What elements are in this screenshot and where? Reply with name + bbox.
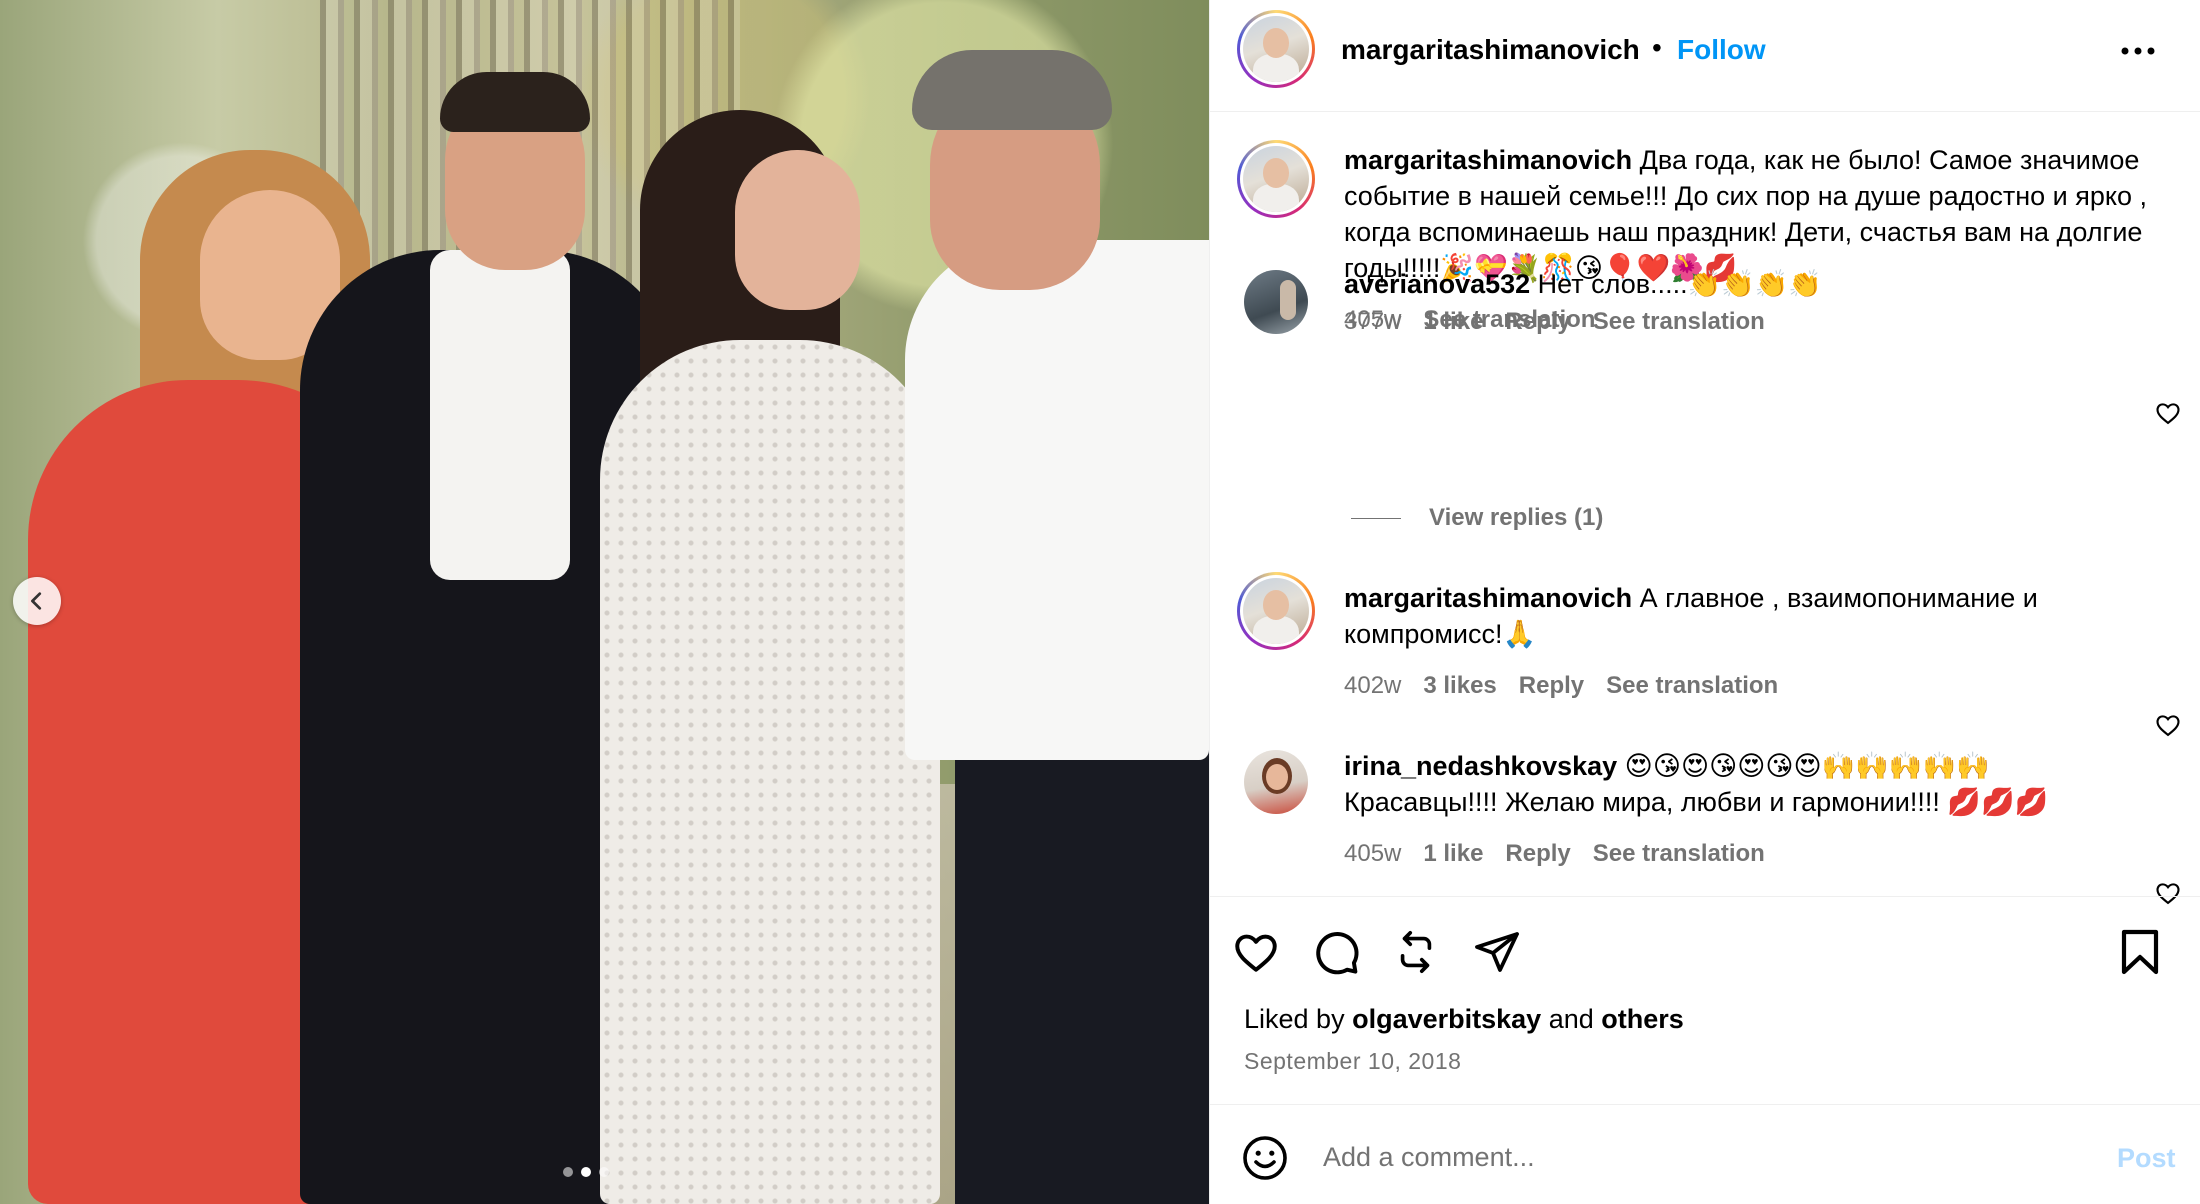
comments-list[interactable]: margaritashimanovich Два года, как не бы… bbox=[1210, 112, 2200, 905]
smiley-icon bbox=[1243, 1136, 1287, 1180]
post-comment-button[interactable]: Post bbox=[2117, 1143, 2176, 1174]
comment-username[interactable]: irina_nedashkovskay bbox=[1344, 751, 1617, 781]
heart-icon bbox=[1235, 934, 1277, 972]
carousel-dot bbox=[563, 1167, 573, 1177]
comment-translate-button[interactable]: See translation bbox=[1593, 840, 1765, 868]
header-separator: • bbox=[1652, 32, 1662, 63]
comment-reply-button[interactable]: Reply bbox=[1505, 840, 1570, 868]
repost-button[interactable] bbox=[1391, 927, 1441, 977]
view-replies-line bbox=[1351, 517, 1401, 519]
view-replies-label: View replies (1) bbox=[1429, 504, 1604, 531]
likes-summary: Liked by olgaverbitskay and others bbox=[1244, 1004, 1684, 1035]
comment-meta: 402w 3 likes Reply See translation bbox=[1344, 672, 1778, 700]
commenter-avatar[interactable] bbox=[1244, 750, 1308, 814]
chevron-left-icon bbox=[31, 592, 42, 610]
comment-time[interactable]: 377w bbox=[1344, 308, 1401, 336]
person-4-hair bbox=[912, 50, 1112, 130]
author-username[interactable]: margaritashimanovich bbox=[1341, 34, 1640, 66]
comment-like-heart-icon[interactable] bbox=[2154, 711, 2182, 739]
comment-time[interactable]: 402w bbox=[1344, 672, 1401, 700]
comment-button[interactable] bbox=[1311, 927, 1361, 977]
carousel-dots bbox=[563, 1167, 609, 1177]
author-avatar[interactable] bbox=[1237, 10, 1315, 88]
carousel-prev-button[interactable] bbox=[13, 577, 61, 625]
comment-like-heart-icon[interactable] bbox=[2154, 399, 2182, 427]
comment-reply-button[interactable]: Reply bbox=[1505, 308, 1570, 336]
post-header: margaritashimanovich • Follow bbox=[1210, 0, 2200, 112]
person-2-hair bbox=[440, 72, 590, 132]
person-3-lace-dress bbox=[600, 340, 940, 1204]
more-options-button[interactable] bbox=[2118, 34, 2158, 68]
caption-avatar[interactable] bbox=[1237, 140, 1315, 218]
caption-username[interactable]: margaritashimanovich bbox=[1344, 145, 1632, 175]
bookmark-icon bbox=[2121, 929, 2159, 975]
emoji-picker-button[interactable] bbox=[1240, 1133, 1290, 1183]
comment-text-block: irina_nedashkovskay 😍😘😍😘😍😘😍🙌🙌🙌🙌🙌 Красавц… bbox=[1344, 748, 2134, 820]
post-date[interactable]: September 10, 2018 bbox=[1244, 1048, 1461, 1075]
comment-username[interactable]: averianova532 bbox=[1344, 269, 1530, 299]
more-horizontal-icon bbox=[2121, 47, 2155, 55]
comment-username[interactable]: margaritashimanovich bbox=[1344, 583, 1632, 613]
comment-meta: 405w 1 like Reply See translation bbox=[1344, 840, 1765, 868]
comment-likes[interactable]: 3 likes bbox=[1423, 672, 1496, 700]
view-replies-button[interactable]: View replies (1) bbox=[1351, 504, 1603, 532]
carousel-dot-active bbox=[581, 1167, 591, 1177]
likes-others-link[interactable]: others bbox=[1601, 1004, 1684, 1034]
comment-text: Нет слов.....👏👏👏👏 bbox=[1537, 269, 1823, 299]
comment-text-block: averianova532 Нет слов.....👏👏👏👏 bbox=[1344, 266, 2134, 302]
commenter-avatar[interactable] bbox=[1237, 572, 1315, 650]
comment-meta: 377w 1 like Reply See translation bbox=[1344, 308, 1765, 336]
comment-bubble-icon bbox=[1316, 932, 1359, 975]
carousel-dot bbox=[599, 1167, 609, 1177]
paper-plane-icon bbox=[1475, 932, 1519, 972]
comment-likes[interactable]: 1 like bbox=[1423, 308, 1483, 336]
person-3-face bbox=[735, 150, 860, 310]
like-button[interactable] bbox=[1231, 927, 1281, 977]
comment-translate-button[interactable]: See translation bbox=[1606, 672, 1778, 700]
post-photo bbox=[0, 0, 1209, 1204]
share-button[interactable] bbox=[1472, 927, 1522, 977]
comment-input[interactable] bbox=[1323, 1131, 2023, 1183]
add-comment-bar: Post bbox=[1210, 1104, 2200, 1204]
likes-prefix: Liked by bbox=[1244, 1004, 1345, 1034]
comment-reply-button[interactable]: Reply bbox=[1519, 672, 1584, 700]
person-4-shirt bbox=[905, 240, 1209, 760]
likes-user-link[interactable]: olgaverbitskay bbox=[1352, 1004, 1541, 1034]
post-action-bar bbox=[1210, 896, 2200, 1006]
caption-text-block: margaritashimanovich Два года, как не бы… bbox=[1344, 142, 2174, 286]
post-side-panel: margaritashimanovich • Follow margaritas… bbox=[1209, 0, 2200, 1204]
follow-button[interactable]: Follow bbox=[1677, 34, 1766, 66]
commenter-avatar[interactable] bbox=[1244, 270, 1308, 334]
person-4-trousers bbox=[955, 720, 1209, 1204]
person-2-shirt bbox=[430, 250, 570, 580]
likes-middle: and bbox=[1548, 1004, 1594, 1034]
save-button[interactable] bbox=[2115, 927, 2165, 977]
comment-time[interactable]: 405w bbox=[1344, 840, 1401, 868]
comment-translate-button[interactable]: See translation bbox=[1593, 308, 1765, 336]
comment-text-block: margaritashimanovich А главное , взаимоп… bbox=[1344, 580, 2134, 652]
repost-icon bbox=[1400, 931, 1432, 973]
comment-likes[interactable]: 1 like bbox=[1423, 840, 1483, 868]
